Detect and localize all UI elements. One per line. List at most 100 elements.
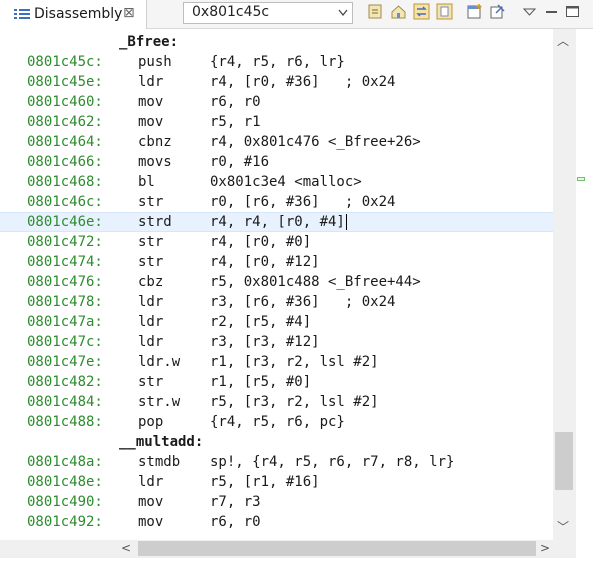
instruction-row[interactable]: 0801c47c: ldr r3, [r3, #12] — [0, 332, 553, 352]
instruction-operands: r3, [r6, #36] ; 0x24 — [210, 294, 396, 310]
instruction-row[interactable]: 0801c45c: push {r4, r5, r6, lr} — [0, 52, 553, 72]
instruction-row[interactable]: 0801c484: str.w r5, [r3, r2, lsl #2] — [0, 392, 553, 412]
instruction-row[interactable]: 0801c47a: ldr r2, [r5, #4] — [0, 312, 553, 332]
minimize-icon[interactable] — [543, 3, 560, 20]
instruction-operands: r6, r0 — [210, 514, 261, 530]
pin-icon[interactable] — [489, 3, 506, 20]
instruction-row[interactable]: 0801c474: str r4, [r0, #12] — [0, 252, 553, 272]
new-window-icon[interactable] — [466, 3, 483, 20]
instruction-address: 0801c482: — [27, 374, 103, 390]
instruction-mnemonic: mov — [138, 514, 164, 530]
instruction-row[interactable]: 0801c46c: str r0, [r6, #36] ; 0x24 — [0, 192, 553, 212]
instruction-address: 0801c462: — [27, 114, 103, 130]
instruction-row[interactable]: 0801c460: mov r6, r0 — [0, 92, 553, 112]
instruction-mnemonic: str.w — [138, 394, 181, 410]
instruction-address: 0801c468: — [27, 174, 103, 190]
current-instruction-row[interactable]: 0801c46e: strd r4, r4, [r0, #4] — [0, 212, 553, 232]
view-menu-icon[interactable] — [521, 3, 538, 20]
instruction-row[interactable]: 0801c48a: stmdb sp!, {r4, r5, r6, r7, r8, … — [0, 452, 553, 472]
disassembly-listing[interactable]: _Bfree: 0801c45c: push {r4, r5, r6, lr} 0801… — [0, 29, 553, 540]
disassembly-icon — [14, 9, 30, 19]
function-label: __multadd: — [119, 434, 204, 450]
instruction-operands: r5, r1 — [210, 114, 261, 130]
tab-disassembly[interactable]: Disassembly ⊠ — [0, 0, 147, 29]
address-value[interactable]: 0x801c45c — [192, 4, 269, 20]
instruction-mnemonic: cbnz — [138, 134, 172, 150]
close-icon[interactable]: ⊠ — [123, 5, 135, 21]
instruction-operands: r0, [r6, #36] ; 0x24 — [210, 194, 396, 210]
instruction-operands: r1, [r3, r2, lsl #2] — [210, 354, 379, 370]
scroll-right-icon[interactable]: > — [540, 541, 550, 555]
function-label: _Bfree: — [119, 34, 179, 50]
instruction-operands: sp!, {r4, r5, r6, r7, r8, lr} — [210, 454, 455, 470]
instruction-row[interactable]: 0801c466: movs r0, #16 — [0, 152, 553, 172]
instruction-operands: r5, [r1, #16] — [210, 474, 320, 490]
instruction-operands: r1, [r5, #0] — [210, 374, 312, 390]
instruction-operands: r3, [r3, #12] — [210, 334, 320, 350]
chevron-down-icon[interactable] — [338, 9, 348, 17]
instruction-row[interactable]: 0801c492: mov r6, r0 — [0, 512, 553, 532]
instruction-row[interactable]: 0801c468: bl 0x801c3e4 <malloc> — [0, 172, 553, 192]
instruction-operands: r6, r0 — [210, 94, 261, 110]
instruction-address: 0801c472: — [27, 234, 103, 250]
instruction-row[interactable]: 0801c48e: ldr r5, [r1, #16] — [0, 472, 553, 492]
instruction-operands: r4, r4, [r0, #4] — [210, 214, 347, 230]
sync-icon[interactable] — [413, 3, 430, 20]
instruction-address: 0801c48e: — [27, 474, 103, 490]
instruction-address: 0801c466: — [27, 154, 103, 170]
maximize-icon[interactable] — [564, 3, 581, 20]
copy-icon[interactable] — [436, 3, 453, 20]
instruction-address: 0801c46e: — [27, 214, 103, 230]
instruction-address: 0801c484: — [27, 394, 103, 410]
instruction-row[interactable]: 0801c482: str r1, [r5, #0] — [0, 372, 553, 392]
instruction-mnemonic: ldr — [138, 314, 164, 330]
instruction-mnemonic: str — [138, 194, 164, 210]
instruction-operands: r2, [r5, #4] — [210, 314, 312, 330]
instruction-address: 0801c478: — [27, 294, 103, 310]
scroll-left-icon[interactable]: < — [121, 541, 131, 555]
instruction-row[interactable]: 0801c45e: ldr r4, [r0, #36] ; 0x24 — [0, 72, 553, 92]
horizontal-scroll-thumb[interactable] — [138, 541, 536, 556]
instruction-operands: r0, #16 — [210, 154, 270, 170]
instruction-row[interactable]: 0801c478: ldr r3, [r6, #36] ; 0x24 — [0, 292, 553, 312]
instruction-row[interactable]: 0801c47e: ldr.w r1, [r3, r2, lsl #2] — [0, 352, 553, 372]
instruction-address: 0801c45c: — [27, 54, 103, 70]
instruction-operands: r4, 0x801c476 <_Bfree+26> — [210, 134, 421, 150]
tab-label: Disassembly — [34, 6, 123, 22]
instruction-row[interactable]: 0801c464: cbnz r4, 0x801c476 <_Bfree+26> — [0, 132, 553, 152]
instruction-address: 0801c488: — [27, 414, 103, 430]
instruction-mnemonic: ldr — [138, 334, 164, 350]
instruction-address: 0801c476: — [27, 274, 103, 290]
link-icon[interactable] — [367, 3, 384, 20]
scroll-up-icon[interactable]: ︿ — [557, 32, 569, 49]
instruction-row[interactable]: 0801c462: mov r5, r1 — [0, 112, 553, 132]
instruction-row[interactable]: 0801c476: cbz r5, 0x801c488 <_Bfree+44> — [0, 272, 553, 292]
scroll-down-icon[interactable]: ﹀ — [557, 518, 569, 535]
function-label-row[interactable]: __multadd: — [0, 432, 553, 452]
instruction-address: 0801c47a: — [27, 314, 103, 330]
vertical-scroll-thumb[interactable] — [555, 432, 573, 490]
instruction-address: 0801c490: — [27, 494, 103, 510]
instruction-operands: r7, r3 — [210, 494, 261, 510]
overview-ruler-marker[interactable] — [577, 177, 585, 181]
instruction-operands: r4, [r0, #36] ; 0x24 — [210, 74, 396, 90]
instruction-operands: r5, [r3, r2, lsl #2] — [210, 394, 379, 410]
instruction-mnemonic: strd — [138, 214, 172, 230]
instruction-mnemonic: push — [138, 54, 172, 70]
address-combo[interactable]: 0x801c45c — [183, 2, 353, 24]
instruction-address: 0801c492: — [27, 514, 103, 530]
instruction-row[interactable]: 0801c490: mov r7, r3 — [0, 492, 553, 512]
instruction-address: 0801c48a: — [27, 454, 103, 470]
instruction-address: 0801c47e: — [27, 354, 103, 370]
instruction-operands: 0x801c3e4 <malloc> — [210, 174, 362, 190]
instruction-row[interactable]: 0801c488: pop {r4, r5, r6, pc} — [0, 412, 553, 432]
text-caret — [345, 214, 347, 230]
instruction-mnemonic: bl — [138, 174, 155, 190]
instruction-mnemonic: ldr.w — [138, 354, 181, 370]
instruction-mnemonic: ldr — [138, 474, 164, 490]
instruction-mnemonic: pop — [138, 414, 164, 430]
home-icon[interactable] — [390, 3, 407, 20]
function-label-row[interactable]: _Bfree: — [0, 32, 553, 52]
instruction-mnemonic: str — [138, 234, 164, 250]
instruction-row[interactable]: 0801c472: str r4, [r0, #0] — [0, 232, 553, 252]
